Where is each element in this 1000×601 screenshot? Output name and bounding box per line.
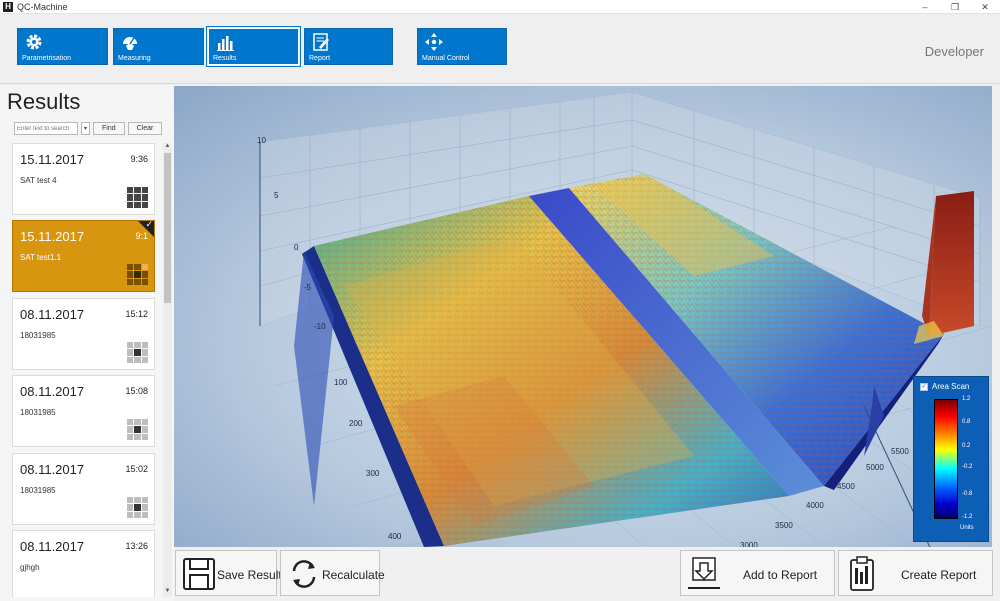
grid-icon	[127, 497, 148, 518]
surface-plot-canvas	[174, 86, 992, 547]
scroll-down-icon[interactable]: ▼	[163, 588, 172, 597]
right-axis-tick: 4500	[837, 482, 855, 491]
z-axis-tick: 5	[274, 191, 279, 200]
legend-checkbox[interactable]: ✓	[920, 383, 928, 391]
results-list: 15.11.2017 9:36 SAT test 4 15.11.2017 9:…	[10, 143, 162, 597]
measuring-button[interactable]: Measuring	[113, 28, 204, 65]
list-item[interactable]: 15.11.2017 9:1 SAT test1.1 ✓	[12, 219, 155, 292]
z-axis-tick: 10	[257, 136, 266, 145]
window-title: QC-Machine	[17, 1, 68, 12]
left-axis-tick: 300	[366, 469, 380, 478]
z-axis-tick: -5	[304, 283, 312, 292]
legend-value: -1.2	[962, 514, 973, 520]
gauge-icon	[123, 37, 137, 50]
parametrisation-button[interactable]: Parametrisation	[17, 28, 108, 65]
right-axis-tick: 5500	[891, 447, 909, 456]
surface-plot[interactable]: 10 5 0 -5 -10 100 200 300 400 5500 5000 …	[174, 86, 992, 547]
list-item[interactable]: 08.11.2017 13:26 gjhgh	[12, 530, 155, 597]
window-controls: – ❐ ✕	[910, 0, 1000, 14]
z-axis-tick: -10	[314, 322, 326, 331]
right-axis-tick: 3000	[740, 541, 758, 547]
legend-value: 0.8	[962, 419, 971, 425]
z-axis-tick: 0	[294, 243, 299, 252]
color-legend: ✓ Area Scan 1.2 0.8 0.2 -0.2 -0.8 -1.2 U…	[913, 376, 989, 542]
legend-value: 0.2	[962, 443, 971, 449]
right-axis-tick: 5000	[866, 463, 884, 472]
find-button[interactable]: Find	[93, 122, 125, 135]
results-button[interactable]: Results	[206, 26, 301, 67]
report-button[interactable]: Report	[304, 28, 393, 65]
search-bar: ▾ Find Clear	[14, 122, 163, 135]
clear-button[interactable]: Clear	[127, 122, 163, 135]
list-scrollbar[interactable]: ▲ ▼	[163, 143, 172, 597]
clipboard-icon	[850, 556, 874, 591]
left-axis-tick: 400	[388, 532, 402, 541]
left-axis-tick: 100	[334, 378, 348, 387]
main-toolbar: Parametrisation Measuring Results Report	[0, 14, 1000, 84]
restore-button[interactable]: ❐	[940, 0, 970, 14]
panel-title: Results	[7, 89, 81, 114]
left-axis-tick: 200	[349, 419, 363, 428]
app-icon: H	[3, 1, 13, 12]
bar-chart-icon	[217, 36, 234, 51]
right-axis-tick: 3500	[775, 521, 793, 530]
title-bar: H QC-Machine – ❐ ✕	[0, 0, 1000, 14]
create-report-button[interactable]: Create Report	[838, 550, 993, 596]
results-panel: Results ▾ Find Clear 15.11.2017 9:36 SAT…	[0, 85, 174, 601]
grid-icon	[127, 342, 148, 363]
add-to-report-button[interactable]: Add to Report	[680, 550, 835, 596]
legend-value: 1.2	[962, 396, 971, 402]
check-icon: ✓	[145, 219, 153, 229]
refresh-icon	[292, 560, 316, 588]
grid-icon	[127, 419, 148, 440]
recalculate-button[interactable]: Recalculate	[280, 550, 385, 596]
grid-icon	[127, 187, 148, 208]
user-role-label: Developer	[924, 44, 984, 59]
report-icon	[313, 33, 329, 51]
list-item[interactable]: 08.11.2017 15:08 18031985	[12, 375, 155, 447]
scroll-thumb[interactable]	[164, 153, 171, 303]
add-to-report-icon	[688, 557, 720, 589]
legend-units: Units	[960, 525, 974, 531]
legend-value: -0.8	[962, 491, 973, 497]
move-arrows-icon	[425, 33, 443, 51]
list-item[interactable]: 08.11.2017 15:02 18031985	[12, 453, 155, 525]
minimize-button[interactable]: –	[910, 0, 940, 14]
grid-icon	[127, 264, 148, 285]
legend-color-scale	[934, 399, 958, 519]
close-button[interactable]: ✕	[970, 0, 1000, 14]
search-input[interactable]	[14, 122, 78, 135]
save-result-button[interactable]: Save Result	[175, 550, 282, 596]
scroll-up-icon[interactable]: ▲	[163, 143, 172, 152]
right-axis-tick: 4000	[806, 501, 824, 510]
search-dropdown[interactable]: ▾	[81, 122, 90, 135]
floppy-disk-icon	[183, 558, 215, 590]
list-item[interactable]: 15.11.2017 9:36 SAT test 4	[12, 143, 155, 215]
legend-title: Area Scan	[932, 382, 970, 391]
list-item[interactable]: 08.11.2017 15:12 18031985	[12, 298, 155, 370]
manual-control-button[interactable]: Manual Control	[417, 28, 507, 65]
gear-icon	[26, 34, 42, 50]
legend-value: -0.2	[962, 464, 973, 470]
